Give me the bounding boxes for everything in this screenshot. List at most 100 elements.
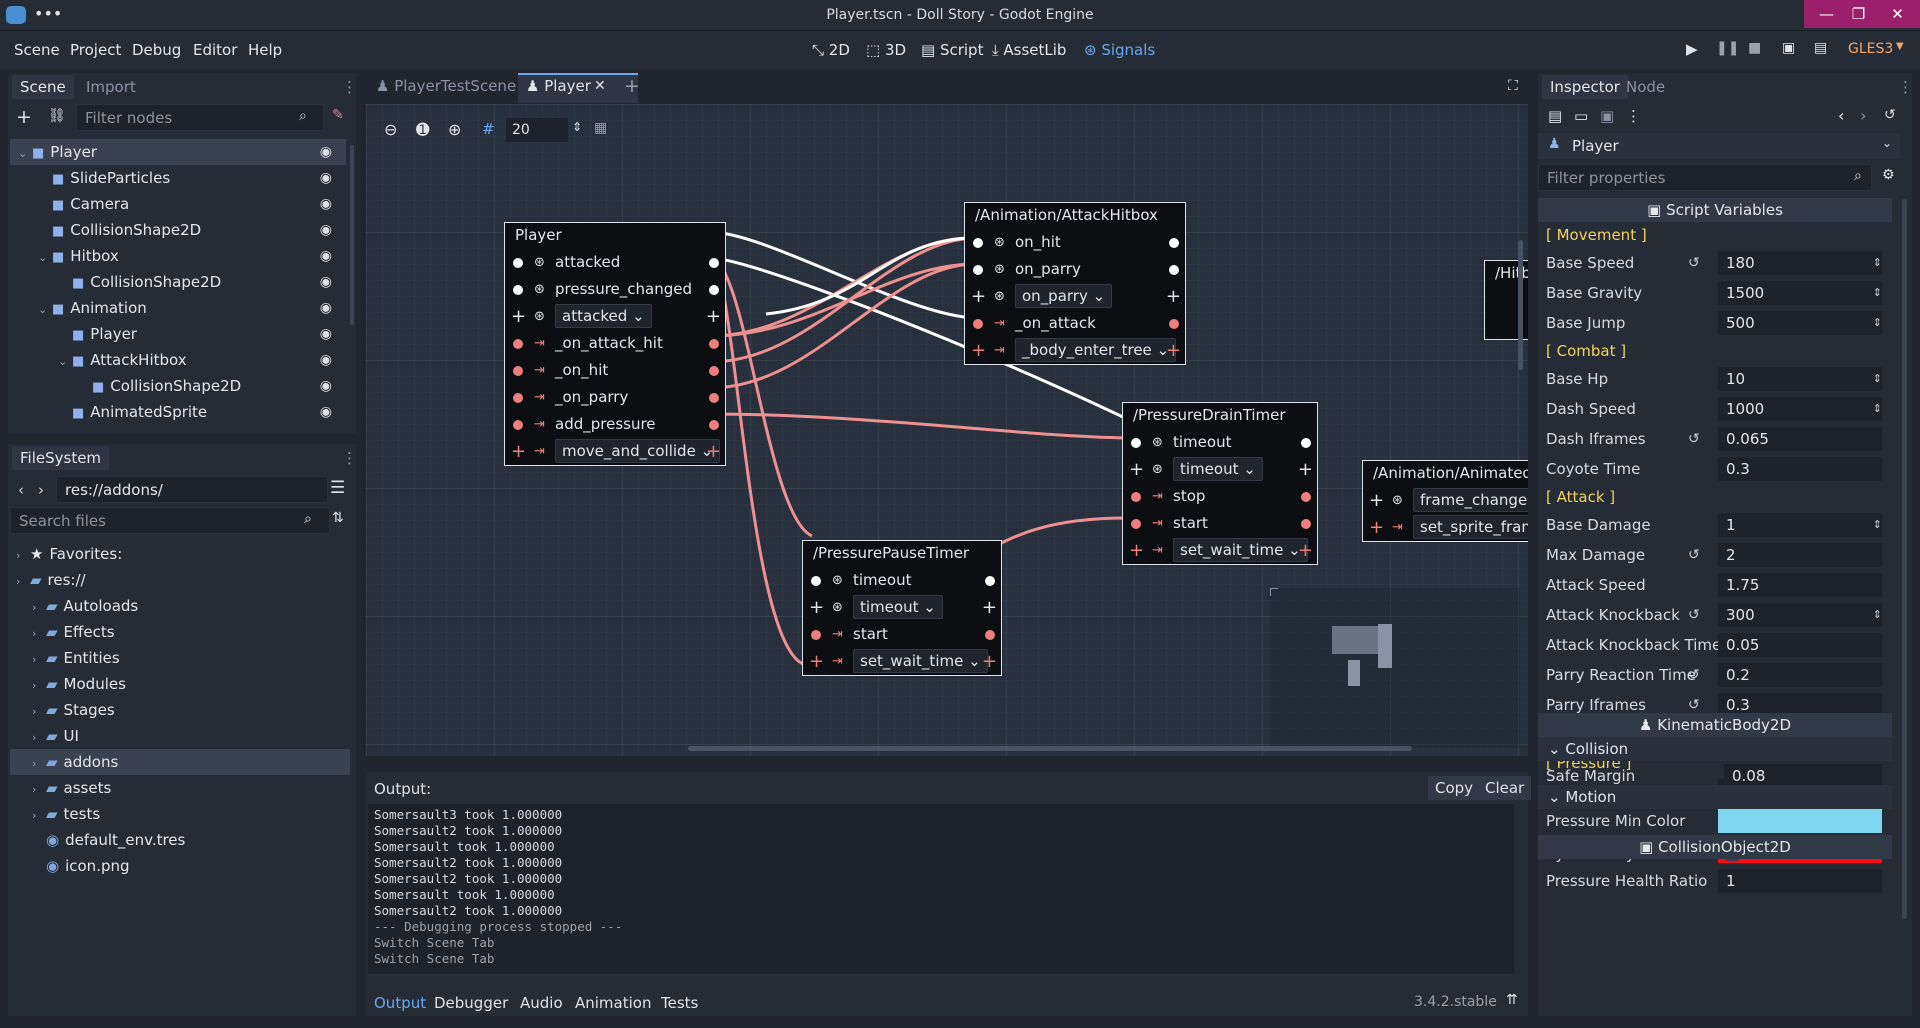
workspace-script-button[interactable]: ▤ Script	[921, 41, 983, 59]
renderer-select[interactable]: GLES3	[1848, 41, 1893, 57]
add-node-icon[interactable]: +	[16, 106, 32, 128]
split-view-icon[interactable]: ☰	[330, 478, 345, 498]
file-item[interactable]: › ▰ res://	[10, 567, 350, 593]
graph-node-pressure-drain-timer[interactable]: /PressureDrainTimer ⊛ timeout + ⊛ timeout ⌄…	[1122, 402, 1318, 565]
signal-on-parry[interactable]: on_parry	[1015, 260, 1081, 278]
visibility-icon[interactable]: ◉	[320, 295, 332, 321]
property-value-field[interactable]: 1.75	[1718, 573, 1882, 597]
spinner-icon[interactable]: ⇕	[1873, 278, 1882, 308]
history-forward-icon[interactable]: ›	[1860, 106, 1866, 125]
close-tab-icon[interactable]: ✕	[594, 78, 606, 94]
revert-icon[interactable]: ↺	[1688, 540, 1700, 570]
property-value-field[interactable]: 1	[1718, 869, 1882, 893]
inspector-scrollbar[interactable]	[1902, 199, 1907, 919]
chevron-right-icon[interactable]: ›	[32, 647, 46, 673]
method-add-pressure[interactable]: add_pressure	[555, 415, 656, 433]
file-item[interactable]: › ▰ assets	[10, 775, 350, 801]
pause-icon[interactable]: ❚❚	[1716, 40, 1739, 56]
open-folder-icon[interactable]: ▭	[1574, 107, 1588, 125]
graph-minimap[interactable]	[1270, 588, 1520, 748]
visibility-icon[interactable]: ◉	[320, 269, 332, 295]
scene-scrollbar[interactable]	[350, 145, 354, 325]
workspace-3d-button[interactable]: ⬚ 3D	[866, 41, 906, 59]
signal-select[interactable]: timeout ⌄	[1173, 457, 1263, 481]
chevron-right-icon[interactable]: ›	[16, 543, 30, 569]
file-item[interactable]: › ▰ Effects	[10, 619, 350, 645]
sort-icon[interactable]: ⇅	[332, 510, 344, 526]
graph-vscrollbar[interactable]	[1518, 240, 1523, 370]
spinner-icon[interactable]: ⇕	[1873, 364, 1882, 394]
graph-hscrollbar[interactable]	[688, 746, 1412, 751]
pin-icon[interactable]: ⇈	[1506, 992, 1518, 1008]
chevron-right-icon[interactable]: ›	[32, 621, 46, 647]
spinner-icon[interactable]: ⇕	[1873, 394, 1882, 424]
chevron-right-icon[interactable]: ›	[32, 751, 46, 777]
chevron-down-icon[interactable]: ⌄	[58, 349, 72, 375]
method-select[interactable]: _body_enter_tree ⌄	[1015, 338, 1177, 362]
signal-graph[interactable]: ⊖ ➊ ⊕ # 20 ⇕ ▦ Player ⊛ attacked ⊛ pressur…	[366, 104, 1528, 756]
workspace-signals-button[interactable]: ⊛ Signals	[1084, 41, 1155, 59]
property-value-field[interactable]: 180	[1718, 251, 1882, 275]
property-value-field[interactable]: 300	[1718, 603, 1882, 627]
signal-attacked[interactable]: attacked	[555, 253, 620, 271]
visibility-icon[interactable]: ◉	[320, 321, 332, 347]
motion-subsection[interactable]: ⌄ Motion	[1538, 785, 1892, 809]
filter-nodes-input[interactable]: Filter nodes	[76, 104, 324, 131]
graph-node-animated-sprite[interactable]: /Animation/AnimatedS + ⊛ frame_changed + ⇥ s…	[1362, 460, 1528, 542]
bottom-tab[interactable]: Output	[374, 994, 426, 1012]
method-start[interactable]: start	[853, 625, 888, 643]
tree-item[interactable]: ⌄ ■ Hitbox ◉	[10, 243, 346, 269]
visibility-icon[interactable]: ◉	[320, 139, 332, 165]
signal-pressure-changed[interactable]: pressure_changed	[555, 280, 692, 298]
method-select[interactable]: move_and_collide ⌄	[555, 439, 721, 463]
file-item[interactable]: › ▰ UI	[10, 723, 350, 749]
method-select[interactable]: set_wait_time ⌄	[853, 649, 988, 673]
close-button[interactable]: ✕	[1875, 0, 1920, 28]
visibility-icon[interactable]: ◉	[320, 347, 332, 373]
file-item[interactable]: ◉ default_env.tres	[10, 827, 350, 853]
settings-icon[interactable]: ⚙	[1882, 167, 1895, 183]
menu-project[interactable]: Project	[70, 41, 121, 59]
menu-debug[interactable]: Debug	[132, 41, 181, 59]
tab-import[interactable]: Import	[78, 75, 144, 99]
file-item[interactable]: › ▰ addons	[10, 749, 350, 775]
object-selector[interactable]: Player	[1538, 133, 1900, 159]
bottom-tab[interactable]: Debugger	[434, 994, 508, 1012]
script-variables-header[interactable]: ▣ Script Variables	[1538, 198, 1892, 222]
tab-inspector[interactable]: Inspector	[1542, 75, 1628, 99]
tree-item[interactable]: ■ Player ◉	[10, 321, 346, 347]
revert-icon[interactable]: ↺	[1688, 248, 1700, 278]
file-item[interactable]: › ▰ Entities	[10, 645, 350, 671]
filter-properties-input[interactable]: Filter properties	[1538, 164, 1872, 191]
dock-menu-icon[interactable]: ⋮	[1898, 78, 1913, 96]
back-icon[interactable]: ‹	[18, 481, 24, 499]
tab-node[interactable]: Node	[1618, 75, 1673, 99]
menu-scene[interactable]: Scene	[14, 41, 60, 59]
workspace-2d-button[interactable]: ⤡ 2D	[812, 41, 850, 59]
tree-item[interactable]: ■ CollisionShape2D ◉	[10, 217, 346, 243]
method-start[interactable]: start	[1173, 514, 1208, 532]
property-value-field[interactable]: 0.05	[1718, 633, 1882, 657]
method-stop[interactable]: stop	[1173, 487, 1205, 505]
tree-item[interactable]: ■ SlideParticles ◉	[10, 165, 346, 191]
visibility-icon[interactable]: ◉	[320, 399, 332, 425]
file-item[interactable]: › ▰ Stages	[10, 697, 350, 723]
file-item[interactable]: › ▰ tests	[10, 801, 350, 827]
forward-icon[interactable]: ›	[38, 481, 44, 499]
bottom-tab[interactable]: Audio	[520, 994, 563, 1012]
chevron-down-icon[interactable]: ⌄	[38, 245, 52, 271]
file-item[interactable]: › ▰ Modules	[10, 671, 350, 697]
script-attach-icon[interactable]: ✎	[332, 107, 344, 123]
method-select[interactable]: set_wait_time ⌄	[1173, 538, 1308, 562]
play-scene-icon[interactable]: ▣	[1782, 40, 1795, 56]
method-select[interactable]: set_sprite_frame	[1413, 515, 1528, 539]
chevron-right-icon[interactable]: ›	[16, 569, 30, 595]
fullscreen-icon[interactable]: ⛶	[1508, 78, 1518, 94]
path-field[interactable]: res://addons/	[56, 476, 328, 503]
property-value-field[interactable]: 0.2	[1718, 663, 1882, 687]
kinematic-body-header[interactable]: ♟ KinematicBody2D	[1538, 713, 1892, 737]
spinner-icon[interactable]: ⇕	[1873, 248, 1882, 278]
tab-scene[interactable]: Scene	[12, 75, 74, 99]
method-on-attack[interactable]: _on_attack	[1015, 314, 1096, 332]
graph-node-attack-hitbox[interactable]: /Animation/AttackHitbox ⊛ on_hit ⊛ on_parr…	[964, 202, 1186, 365]
